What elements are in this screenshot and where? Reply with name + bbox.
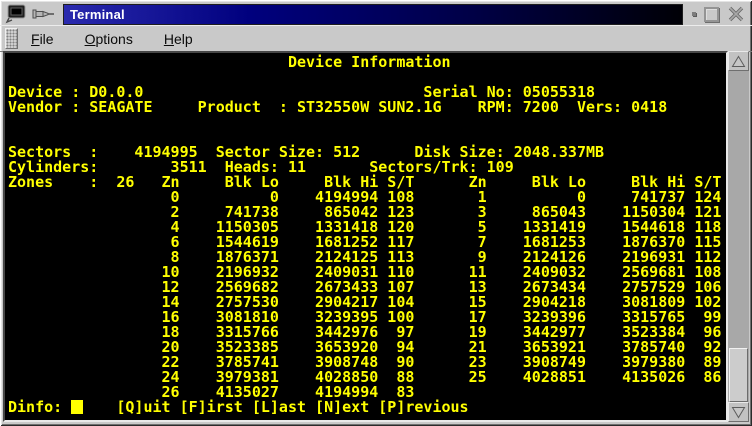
menubar-drag-grip[interactable] [5, 28, 18, 49]
scrollbar-trough[interactable] [728, 71, 749, 402]
scrollbar-thumb[interactable] [729, 348, 748, 402]
pushpin-icon[interactable] [32, 8, 56, 20]
terminal-window: Terminal File Options Help Device Inform… [0, 0, 752, 426]
terminal-screen[interactable]: Device Information Device : D0.0.0 Seria… [5, 53, 726, 415]
minimize-dot-icon[interactable] [692, 12, 696, 16]
maximize-box-icon[interactable] [704, 7, 719, 22]
window-controls [692, 6, 745, 22]
terminal-icon[interactable] [4, 4, 28, 24]
text-cursor [71, 400, 83, 414]
titlebar[interactable]: Terminal [4, 3, 748, 25]
menubar: File Options Help [0, 25, 752, 52]
titlebar-gradient[interactable]: Terminal [63, 4, 683, 25]
menu-item-help[interactable]: Help [164, 31, 193, 47]
scroll-down-button[interactable] [728, 402, 749, 422]
window-title: Terminal [70, 7, 125, 22]
scrollbar[interactable] [728, 51, 749, 422]
arrow-up-icon [731, 55, 746, 68]
menu-item-options[interactable]: Options [85, 31, 133, 47]
terminal-viewport: Device Information Device : D0.0.0 Seria… [3, 51, 728, 422]
close-x-icon[interactable] [727, 6, 745, 22]
terminal-area: Device Information Device : D0.0.0 Seria… [3, 51, 749, 422]
menu-item-file[interactable]: File [31, 31, 54, 47]
scroll-up-button[interactable] [728, 51, 749, 71]
arrow-down-icon [731, 406, 746, 419]
